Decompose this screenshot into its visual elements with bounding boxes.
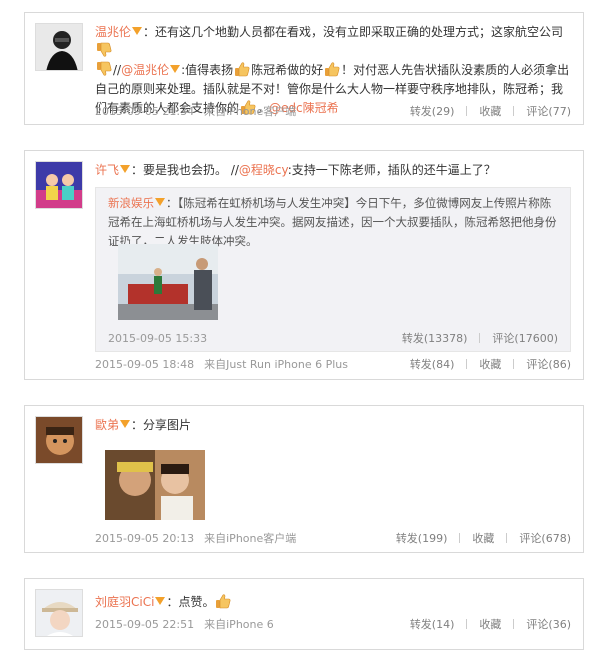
post-card: 歐弟 ：分享图片 2015-09-05 20:13 来自iPhone客户端 转发(1… bbox=[24, 405, 584, 553]
quoted-body: ：【陈冠希在虹桥机场与人发生冲突】今日下午，多位微博网友上传照片称陈冠希在上海虹… bbox=[108, 196, 557, 248]
v-badge-icon bbox=[120, 165, 131, 173]
repost-button[interactable]: 转发(199) bbox=[396, 532, 448, 545]
thumb-down-emoji bbox=[96, 61, 112, 77]
divider bbox=[466, 619, 468, 629]
v-badge-icon bbox=[132, 27, 143, 35]
post-meta: 2015-09-05 21:34 来自iPhone客户端 转发(29) 收藏 评论(7… bbox=[95, 105, 571, 119]
divider bbox=[466, 106, 468, 116]
username-link[interactable]: 歐弟 bbox=[95, 418, 119, 432]
post-card: 许飞 ：要是我也会扔。 //@程晓cy:支持一下陈老师，插队的还牛逼上了？ 新浪娱… bbox=[24, 150, 584, 380]
post-meta: 2015-09-05 20:13 来自iPhone客户端 转发(199) 收藏 评论(… bbox=[95, 532, 571, 546]
comment-button[interactable]: 评论(86) bbox=[526, 358, 571, 371]
avatar[interactable] bbox=[35, 23, 83, 71]
mention-link[interactable]: @程晓cy bbox=[239, 163, 288, 177]
quoted-photo[interactable] bbox=[118, 244, 218, 320]
post-text-part: ：还有这几个地勤人员都在看戏，没有立即采取正确的处理方式；这家航空公司 bbox=[143, 25, 564, 39]
post-time[interactable]: 2015-09-05 21:34 bbox=[95, 105, 194, 118]
post-time[interactable]: 2015-09-05 20:13 bbox=[95, 532, 194, 545]
repost-button[interactable]: 转发(29) bbox=[410, 105, 455, 118]
divider bbox=[506, 533, 508, 543]
post-meta: 2015-09-05 18:48 来自Just Run iPhone 6 Plus… bbox=[95, 358, 571, 372]
post-text-part: :支持一下陈老师，插队的还牛逼上了？ bbox=[287, 163, 496, 177]
post-text-part: 陈冠希做的好 bbox=[251, 63, 324, 77]
v-badge-icon bbox=[170, 65, 181, 73]
post-text-part: :值得表扬 bbox=[181, 63, 234, 77]
post-actions: 转发(29) 收藏 评论(77) bbox=[410, 105, 571, 119]
quoted-time[interactable]: 2015-09-05 15:33 bbox=[108, 332, 207, 345]
quoted-repost-button[interactable]: 转发(13378) bbox=[402, 332, 468, 345]
avatar[interactable] bbox=[35, 161, 83, 209]
quoted-comment-button[interactable]: 评论(17600) bbox=[492, 332, 558, 345]
quoted-actions: 转发(13378) 评论(17600) bbox=[402, 332, 558, 346]
thumb-down-emoji bbox=[96, 42, 112, 58]
favorite-button[interactable]: 收藏 bbox=[479, 105, 501, 118]
post-actions: 转发(84) 收藏 评论(86) bbox=[410, 358, 571, 372]
comment-button[interactable]: 评论(36) bbox=[526, 618, 571, 631]
avatar[interactable] bbox=[35, 416, 83, 464]
post-text: 歐弟 ：分享图片 bbox=[95, 416, 571, 435]
quoted-post: 新浪娱乐 ：【陈冠希在虹桥机场与人发生冲突】今日下午，多位微博网友上传照片称陈冠希… bbox=[95, 187, 571, 352]
post-meta: 2015-09-05 22:51 来自iPhone 6 转发(14) 收藏 评论(36… bbox=[95, 618, 571, 632]
post-source[interactable]: 来自iPhone客户端 bbox=[204, 532, 296, 545]
quoted-username-link[interactable]: 新浪娱乐 bbox=[108, 196, 154, 210]
divider bbox=[479, 333, 481, 343]
repost-button[interactable]: 转发(14) bbox=[410, 618, 455, 631]
post-text-part: ：要是我也会扔。 // bbox=[131, 163, 239, 177]
post-source[interactable]: 来自iPhone客户端 bbox=[204, 105, 296, 118]
thumb-up-emoji bbox=[324, 61, 340, 77]
favorite-button[interactable]: 收藏 bbox=[479, 358, 501, 371]
post-time[interactable]: 2015-09-05 18:48 bbox=[95, 358, 194, 371]
repost-separator: // bbox=[113, 63, 122, 77]
repost-button[interactable]: 转发(84) bbox=[410, 358, 455, 371]
v-badge-icon bbox=[120, 420, 131, 428]
post-card: 刘庭羽CiCi ：点赞。 2015-09-05 22:51 来自iPhone 6 转… bbox=[24, 578, 584, 650]
comment-button[interactable]: 评论(77) bbox=[526, 105, 571, 118]
post-card: 温兆伦 ：还有这几个地勤人员都在看戏，没有立即采取正确的处理方式；这家航空公司 //… bbox=[24, 12, 584, 125]
post-text-part: ：点赞。 bbox=[166, 595, 215, 609]
v-badge-icon bbox=[155, 198, 165, 206]
thumb-up-emoji bbox=[215, 593, 231, 609]
v-badge-icon bbox=[155, 597, 166, 605]
favorite-button[interactable]: 收藏 bbox=[472, 532, 494, 545]
mention-link[interactable]: @温兆伦 bbox=[121, 63, 169, 77]
quoted-meta: 2015-09-05 15:33 转发(13378) 评论(17600) bbox=[108, 332, 558, 346]
thumb-up-emoji bbox=[234, 61, 250, 77]
post-time[interactable]: 2015-09-05 22:51 bbox=[95, 618, 194, 631]
post-actions: 转发(199) 收藏 评论(678) bbox=[396, 532, 571, 546]
post-source[interactable]: 来自Just Run iPhone 6 Plus bbox=[204, 358, 348, 371]
username-link[interactable]: 刘庭羽CiCi bbox=[95, 595, 154, 609]
comment-button[interactable]: 评论(678) bbox=[519, 532, 571, 545]
divider bbox=[459, 533, 461, 543]
post-text-part: ：分享图片 bbox=[131, 418, 192, 432]
divider bbox=[513, 619, 515, 629]
quoted-text: 新浪娱乐 ：【陈冠希在虹桥机场与人发生冲突】今日下午，多位微博网友上传照片称陈冠希… bbox=[108, 194, 558, 251]
post-text: 温兆伦 ：还有这几个地勤人员都在看戏，没有立即采取正确的处理方式；这家航空公司 //… bbox=[95, 25, 570, 115]
post-actions: 转发(14) 收藏 评论(36) bbox=[410, 618, 571, 632]
divider bbox=[513, 106, 515, 116]
avatar[interactable] bbox=[35, 589, 83, 637]
favorite-button[interactable]: 收藏 bbox=[479, 618, 501, 631]
post-text: 许飞 ：要是我也会扔。 //@程晓cy:支持一下陈老师，插队的还牛逼上了？ bbox=[95, 161, 571, 180]
post-photo[interactable] bbox=[105, 450, 205, 520]
post-text: 刘庭羽CiCi ：点赞。 bbox=[95, 593, 571, 612]
post-source[interactable]: 来自iPhone 6 bbox=[204, 618, 274, 631]
username-link[interactable]: 许飞 bbox=[95, 163, 119, 177]
divider bbox=[513, 359, 515, 369]
username-link[interactable]: 温兆伦 bbox=[95, 25, 131, 39]
divider bbox=[466, 359, 468, 369]
